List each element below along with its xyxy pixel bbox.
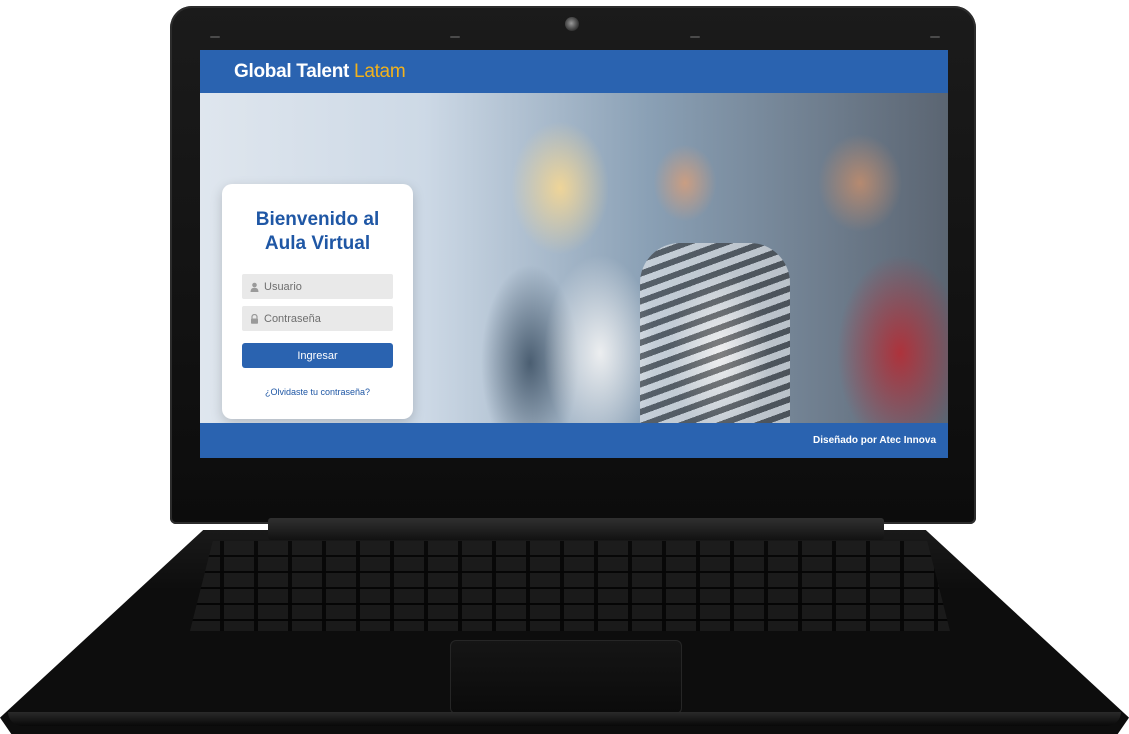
webcam-icon xyxy=(565,17,579,31)
password-field[interactable] xyxy=(242,306,393,331)
brand-logo[interactable]: Global Talent Latam xyxy=(234,61,406,83)
laptop-base-edge xyxy=(8,712,1121,726)
password-input[interactable] xyxy=(261,312,384,325)
laptop-screen: Global Talent Latam Bienvenido al Aula Vi… xyxy=(200,50,948,458)
user-icon xyxy=(247,282,261,292)
laptop-touchpad xyxy=(450,640,682,714)
top-bar: Global Talent Latam xyxy=(200,50,948,93)
footer-credit: Diseñado por Atec Innova xyxy=(813,435,936,446)
username-input[interactable] xyxy=(261,280,384,293)
login-card: Bienvenido al Aula Virtual Usuario Ingre… xyxy=(222,184,413,419)
hero-image: Bienvenido al Aula Virtual Usuario Ingre… xyxy=(200,93,948,423)
laptop-hinge xyxy=(268,518,884,540)
login-title-line1: Bienvenido al xyxy=(255,209,380,230)
username-field[interactable] xyxy=(242,274,393,299)
hero-image-detail xyxy=(640,243,790,423)
forgot-password-link[interactable]: ¿Olvidaste tu contraseña? xyxy=(222,387,413,397)
footer-bar: Diseñado por Atec Innova xyxy=(200,423,948,458)
lock-icon xyxy=(247,313,261,324)
login-title-line2: Aula Virtual xyxy=(264,233,371,254)
brand-accent: Latam xyxy=(354,61,406,82)
submit-button[interactable]: Ingresar xyxy=(242,343,393,368)
login-title: Bienvenido al Aula Virtual xyxy=(222,208,413,256)
laptop-keyboard xyxy=(190,541,950,631)
brand-name: Global Talent xyxy=(234,61,350,82)
